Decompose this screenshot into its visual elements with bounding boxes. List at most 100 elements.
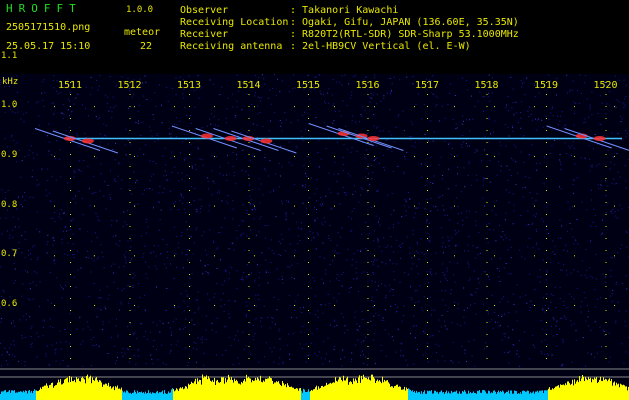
level-bar (187, 388, 188, 400)
level-bar (610, 381, 611, 400)
noise-speck (421, 251, 423, 253)
noise-speck (611, 301, 613, 303)
noise-speck (249, 322, 251, 324)
noise-speck (374, 333, 376, 335)
noise-speck (565, 244, 567, 246)
noise-speck (392, 294, 394, 296)
x-grid-dot (308, 118, 309, 119)
noise-speck (74, 195, 76, 197)
x-grid-dot (367, 358, 369, 359)
noise-speck (39, 281, 41, 283)
noise-speck (441, 246, 443, 248)
noise-speck (429, 236, 431, 238)
level-bar (307, 391, 308, 400)
noise-speck (546, 229, 548, 231)
x-grid-dot (367, 178, 369, 179)
noise-speck (503, 296, 505, 298)
level-bar (28, 390, 29, 400)
y-grid-dot (454, 305, 455, 306)
level-bar (128, 392, 129, 400)
noise-speck (555, 94, 557, 96)
level-bar (598, 381, 599, 400)
noise-speck (286, 199, 288, 201)
x-grid-dot (367, 262, 369, 263)
noise-speck (145, 362, 147, 364)
noise-speck (360, 355, 362, 356)
noise-speck (376, 190, 378, 192)
noise-speck (79, 228, 81, 230)
noise-speck (378, 218, 380, 220)
noise-speck (315, 248, 317, 250)
noise-speck (262, 126, 264, 128)
noise-speck (223, 304, 225, 306)
noise-speck (358, 201, 360, 203)
x-grid-dot (367, 334, 369, 335)
noise-speck (338, 280, 340, 282)
noise-speck (345, 125, 347, 127)
noise-speck (292, 88, 294, 90)
app-logo: HROFFT (6, 2, 82, 15)
noise-speck (323, 93, 325, 95)
noise-speck (65, 341, 67, 343)
noise-speck (0, 342, 1, 344)
noise-speck (426, 271, 428, 273)
noise-speck (393, 209, 395, 211)
noise-speck (52, 80, 54, 81)
level-bar (345, 380, 346, 400)
noise-speck (474, 151, 476, 153)
noise-speck (387, 139, 389, 141)
noise-speck (611, 293, 613, 295)
noise-speck (110, 106, 112, 108)
noise-speck (298, 235, 299, 237)
level-bar (290, 386, 291, 400)
noise-speck (596, 165, 598, 167)
level-bar (622, 385, 623, 400)
noise-speck (468, 210, 470, 212)
noise-speck (377, 239, 379, 241)
x-grid-dot (248, 286, 250, 287)
noise-speck (559, 115, 561, 117)
noise-speck (435, 206, 437, 208)
noise-speck (455, 128, 457, 130)
x-grid-dot (308, 154, 309, 155)
x-grid-dot (129, 298, 131, 299)
noise-speck (272, 87, 273, 89)
noise-speck (207, 273, 209, 275)
noise-speck (606, 103, 608, 105)
noise-speck (373, 230, 375, 232)
level-bar (348, 384, 349, 400)
noise-speck (22, 283, 24, 285)
noise-speck (418, 93, 419, 95)
level-bar (138, 392, 139, 400)
noise-speck (341, 273, 343, 275)
y-grid-dot (54, 155, 55, 157)
noise-speck (21, 160, 23, 162)
noise-speck (353, 185, 355, 187)
x-grid-dot (70, 250, 71, 251)
noise-speck (103, 123, 105, 125)
noise-speck (612, 289, 614, 291)
noise-speck (232, 218, 234, 220)
noise-speck (107, 184, 109, 186)
noise-speck (253, 203, 255, 205)
noise-speck (61, 239, 63, 240)
noise-speck (135, 122, 137, 124)
noise-speck (437, 209, 438, 211)
level-bar (174, 391, 175, 400)
noise-speck (289, 358, 291, 360)
noise-speck (589, 158, 591, 160)
noise-speck (114, 179, 116, 181)
level-bar (291, 386, 292, 400)
noise-speck (319, 74, 321, 76)
x-grid-dot (367, 250, 369, 251)
noise-speck (226, 174, 228, 176)
noise-speck (234, 115, 236, 117)
level-bar (376, 380, 377, 400)
level-bar (185, 386, 186, 400)
noise-speck (201, 158, 203, 160)
meteor-echo (367, 136, 380, 142)
level-bar (124, 391, 125, 400)
noise-speck (360, 251, 362, 252)
noise-speck (429, 222, 430, 224)
noise-speck (159, 331, 161, 333)
